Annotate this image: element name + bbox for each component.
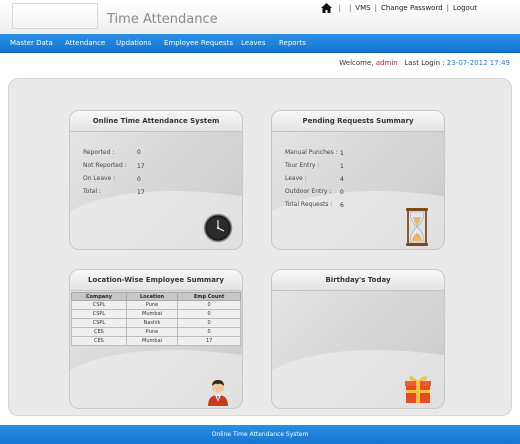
gift-icon (405, 376, 431, 403)
cell-company: CSPL (71, 309, 127, 319)
pending-label-leave: Leave : (285, 175, 307, 182)
main-nav: Master Data Attendance Updations Employe… (0, 34, 520, 53)
column-header-emp-count: Emp Count (177, 292, 241, 301)
cell-emp-count: 0 (177, 327, 241, 337)
pending-value-manual: 1 (340, 150, 344, 157)
pending-requests-panel: Pending Requests Summary Manual Punches … (271, 110, 445, 250)
home-icon[interactable] (320, 3, 332, 13)
pending-panel-title: Pending Requests Summary (272, 111, 444, 132)
last-login-value: 23-07-2012 17:49 (446, 59, 510, 67)
cell-location: Mumbai (125, 309, 179, 319)
employee-icon (208, 380, 228, 406)
change-password-link[interactable]: Change Password (381, 4, 443, 12)
column-header-location: Location (125, 292, 179, 301)
nav-employee-requests[interactable]: Employee Requests (164, 39, 233, 47)
pending-label-tour: Tour Entry : (285, 162, 320, 169)
stat-value-on-leave: 0 (137, 176, 141, 183)
clock-icon (203, 213, 233, 243)
stat-label-reported: Reported : (83, 149, 115, 156)
stat-label-not-reported: Not Reported : (83, 162, 127, 169)
stat-label-on-leave: On Leave : (83, 175, 116, 182)
column-header-company: Company (71, 292, 127, 301)
hourglass-icon (406, 208, 428, 246)
welcome-label: Welcome, (339, 59, 374, 67)
cell-emp-count: 0 (177, 300, 241, 310)
pending-value-tour: 1 (340, 163, 344, 170)
logo (12, 3, 98, 29)
cell-company: CSPL (71, 318, 127, 328)
table-row: CES Mumbai 17 (71, 336, 241, 346)
table-row: CSPL Mumbai 0 (71, 309, 241, 319)
nav-updations[interactable]: Updations (116, 39, 151, 47)
cell-location: Nashik (125, 318, 179, 328)
header: Time Attendance | | VMS | Change Passwor… (0, 0, 520, 34)
birthdays-panel: Birthday's Today (271, 269, 445, 409)
birthday-panel-title: Birthday's Today (272, 270, 444, 291)
table-row: CSPL Nashik 0 (71, 318, 241, 328)
cell-company: CSPL (71, 300, 127, 310)
cell-location: Mumbai (125, 336, 179, 346)
cell-emp-count: 0 (177, 318, 241, 328)
cell-location: Pune (125, 300, 179, 310)
location-table: Company Location Emp Count CSPL Pune 0 C… (71, 292, 241, 346)
pending-value-leave: 4 (340, 176, 344, 183)
location-summary-panel: Location-Wise Employee Summary Company L… (69, 269, 243, 409)
cell-company: CES (71, 336, 127, 346)
table-header-row: Company Location Emp Count (71, 292, 241, 301)
username: admin (375, 59, 398, 67)
nav-reports[interactable]: Reports (279, 39, 306, 47)
stat-value-total: 17 (137, 189, 145, 196)
welcome-bar: Welcome, admin Last Login : 23-07-2012 1… (339, 59, 510, 67)
cell-emp-count: 0 (177, 309, 241, 319)
dashboard: Online Time Attendance System Reported :… (8, 78, 512, 416)
pending-label-outdoor: Outdoor Entry : (285, 188, 332, 195)
cell-emp-count: 17 (177, 336, 241, 346)
stat-value-reported: 0 (137, 149, 141, 156)
cell-company: CES (71, 327, 127, 337)
ota-panel-title: Online Time Attendance System (70, 111, 242, 132)
pending-value-total: 6 (340, 202, 344, 209)
top-links: | | VMS | Change Password | Logout (320, 3, 477, 13)
footer: Online Time Attendance System (0, 425, 520, 444)
pending-value-outdoor: 0 (340, 189, 344, 196)
table-row: CSPL Pune 0 (71, 300, 241, 310)
stat-value-not-reported: 17 (137, 163, 145, 170)
cell-location: Pune (125, 327, 179, 337)
vms-link[interactable]: VMS (355, 4, 370, 12)
last-login-label: Last Login : (404, 59, 445, 67)
logout-link[interactable]: Logout (453, 4, 477, 12)
pending-label-total: Total Requests : (285, 201, 333, 208)
location-panel-title: Location-Wise Employee Summary (70, 270, 242, 291)
nav-attendance[interactable]: Attendance (65, 39, 105, 47)
nav-leaves[interactable]: Leaves (241, 39, 265, 47)
app-title: Time Attendance (107, 12, 218, 27)
stat-label-total: Total : (83, 188, 101, 195)
nav-master-data[interactable]: Master Data (10, 39, 53, 47)
table-row: CES Pune 0 (71, 327, 241, 337)
ota-summary-panel: Online Time Attendance System Reported :… (69, 110, 243, 250)
pending-label-manual: Manual Punches : (285, 149, 338, 156)
